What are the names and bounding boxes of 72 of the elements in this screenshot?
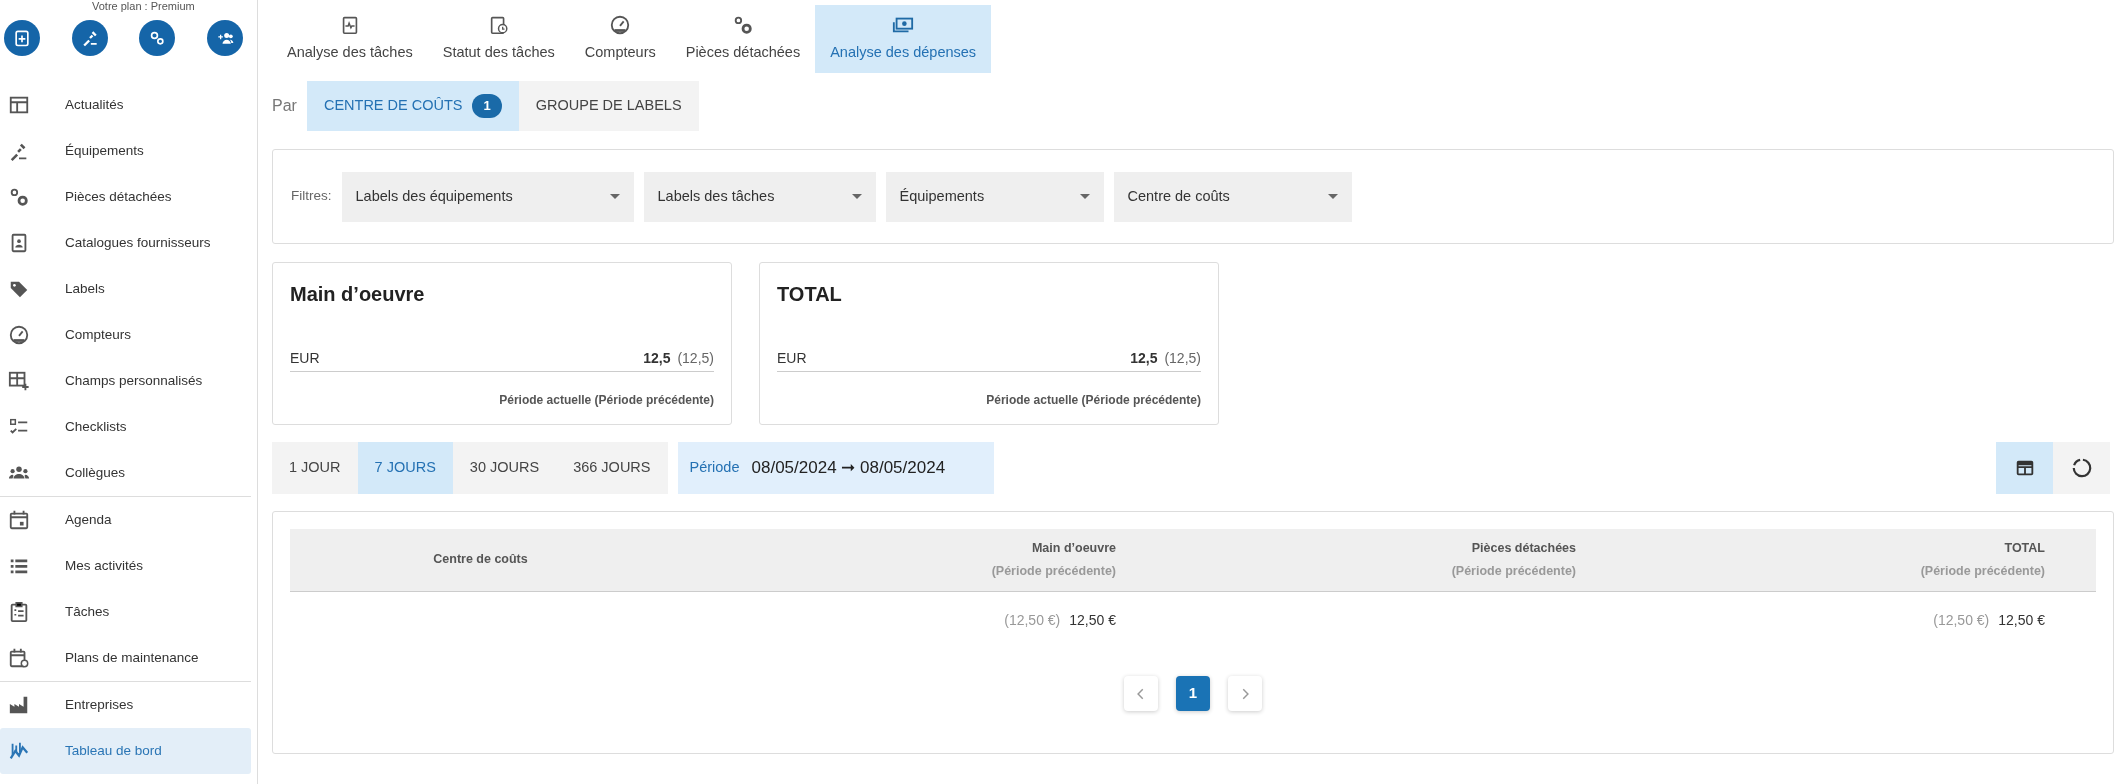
sidebar-item[interactable]: Entreprises xyxy=(0,682,251,728)
currency-label: EUR xyxy=(290,349,320,368)
calendar-repeat-icon xyxy=(8,647,30,669)
sidebar-item[interactable]: Checklists xyxy=(0,404,251,450)
view-toggle-button[interactable] xyxy=(1996,442,2053,494)
card-title: Main d’oeuvre xyxy=(290,282,426,307)
table-cell: (12,50 €) 12,50 € xyxy=(1591,591,2096,649)
gauge-icon xyxy=(609,14,632,37)
quick-action-button[interactable] xyxy=(4,20,40,56)
card-footnote: Période actuelle (Période précédente) xyxy=(498,392,714,409)
column-header: TOTAL (Période précédente) xyxy=(1591,529,2096,591)
range-button[interactable]: 1 JOUR xyxy=(272,442,358,494)
card-title: TOTAL xyxy=(777,282,843,307)
caret-icon xyxy=(609,194,620,199)
sidebar-item[interactable]: Compteurs xyxy=(0,312,251,358)
chart-line-icon xyxy=(8,740,30,762)
card-footnote: Période actuelle (Période précédente) xyxy=(985,392,1201,409)
tab[interactable]: Pièces détachées xyxy=(670,5,816,73)
quick-action-button[interactable] xyxy=(206,20,243,56)
previous-value: (12,5) xyxy=(1164,350,1201,366)
table-plus-icon xyxy=(8,370,30,392)
sidebar-item[interactable]: Mes activités xyxy=(0,543,251,589)
quick-action-button[interactable] xyxy=(139,20,176,56)
sidebar-item[interactable]: Actualités xyxy=(0,82,251,128)
sidebar-item[interactable]: Catalogues fournisseurs xyxy=(0,220,251,266)
plan-label: Votre plan : Premium xyxy=(91,0,196,14)
column-header: Main d’oeuvre (Période précédente) xyxy=(671,529,1131,591)
group-by-option[interactable]: GROUPE DE LABELS xyxy=(518,81,699,131)
sidebar-item[interactable]: Tâches xyxy=(0,589,251,635)
tab[interactable]: Analyse des dépenses xyxy=(815,5,992,73)
clipboard-list-icon xyxy=(8,601,30,623)
filter-dropdown[interactable]: Équipements xyxy=(885,171,1104,222)
filter-dropdown[interactable]: Labels des tâches xyxy=(643,171,876,222)
tab[interactable]: Compteurs xyxy=(569,5,671,73)
newspaper-icon xyxy=(8,94,30,116)
filter-dropdown[interactable]: Centre de coûts xyxy=(1113,171,1352,222)
sidebar-item[interactable]: Agenda xyxy=(0,497,251,543)
current-value: 12,5 xyxy=(643,350,671,366)
quick-action-button[interactable] xyxy=(71,20,108,56)
sidebar-item[interactable]: Pièces détachées xyxy=(0,174,251,220)
sidebar-item[interactable]: Équipements xyxy=(0,128,251,174)
filters-label: Filtres: xyxy=(291,187,332,206)
currency-label: EUR xyxy=(777,349,807,368)
page-button[interactable]: 1 xyxy=(1176,676,1210,711)
table-cell: (12,50 €) 12,50 € xyxy=(671,591,1131,649)
group-by-label: Par xyxy=(272,96,297,116)
range-button[interactable]: 366 JOURS xyxy=(556,442,668,494)
column-header: Pièces détachées (Période précédente) xyxy=(1131,529,1591,591)
range-button[interactable]: 7 JOURS xyxy=(357,442,453,494)
caret-icon xyxy=(851,194,862,199)
calendar-icon xyxy=(8,509,30,531)
sidebar-item[interactable]: Labels xyxy=(0,266,251,312)
count-badge: 1 xyxy=(472,94,502,118)
caret-icon xyxy=(1327,194,1338,199)
previous-value: (12,5) xyxy=(677,350,714,366)
filter-dropdown[interactable]: Labels des équipements xyxy=(341,171,634,222)
gauge-icon xyxy=(8,324,30,346)
tab[interactable]: Statut des tâches xyxy=(427,5,570,73)
group-by-option[interactable]: CENTRE DE COÛTS 1 xyxy=(306,81,519,131)
tab[interactable]: Analyse des tâches xyxy=(272,5,428,73)
sidebar-item[interactable]: Tableau de bord xyxy=(0,728,251,774)
current-value: 12,5 xyxy=(1130,350,1158,366)
donut-chart-icon xyxy=(2070,457,2093,479)
period-field[interactable]: Période 08/05/2024 ➞ 08/05/2024 xyxy=(677,442,994,494)
clipboard-plus-icon xyxy=(12,28,32,48)
caret-icon xyxy=(1079,194,1090,199)
sidebar-item[interactable]: Plans de maintenance xyxy=(0,635,251,681)
range-button[interactable]: 30 JOURS xyxy=(452,442,557,494)
sidebar-item[interactable]: Collègues xyxy=(0,450,251,496)
column-header: Centre de coûts xyxy=(290,529,671,591)
factory-icon xyxy=(8,694,30,716)
sidebar-item[interactable]: Champs personnalisés xyxy=(0,358,251,404)
